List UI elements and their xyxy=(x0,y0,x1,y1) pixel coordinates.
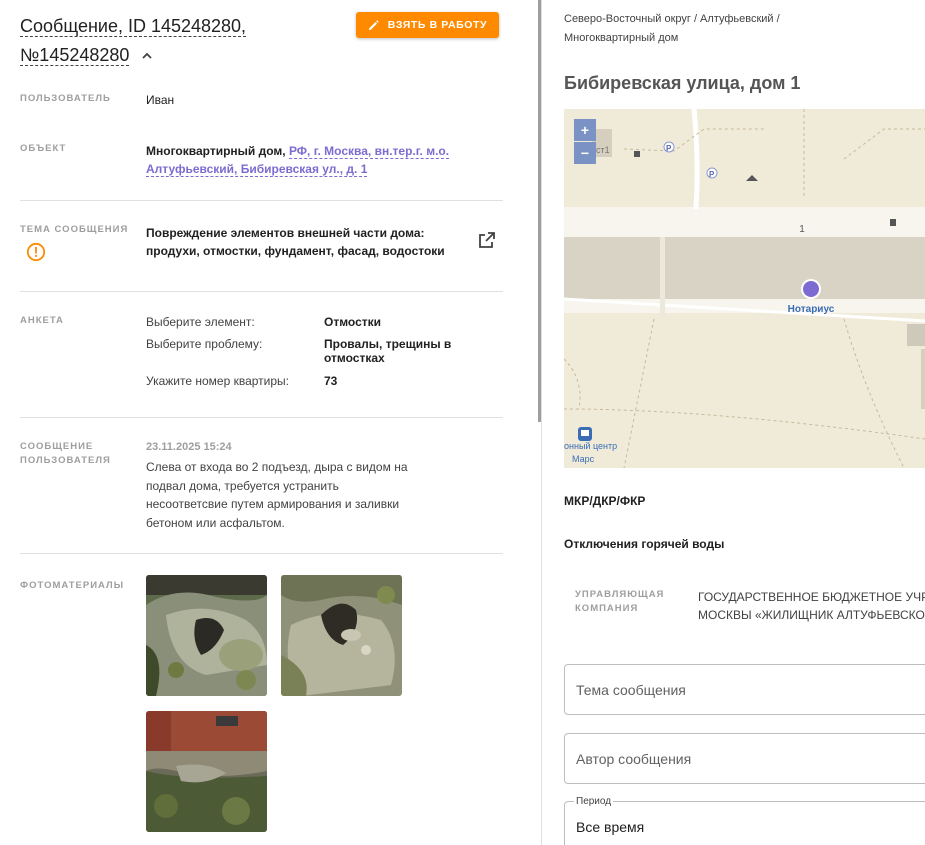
topic-filter-input[interactable]: Тема сообщения xyxy=(564,664,925,715)
management-company-line: МОСКВЫ «ЖИЛИЩНИК АЛТУФЬЕВСКО xyxy=(698,608,925,622)
hot-water-label[interactable]: Отключения горячей воды xyxy=(564,537,724,551)
object-label: ОБЪЕКТ xyxy=(20,143,67,154)
topic-label: ТЕМА СООБЩЕНИЯ xyxy=(20,224,129,235)
survey-key: Выберите проблему: xyxy=(146,337,263,351)
zoom-out-label[interactable]: − xyxy=(581,145,589,161)
poi-label: онный центр xyxy=(564,441,617,451)
map[interactable]: 1 ст1 P P Нотариус онный центр Марс + − xyxy=(564,109,925,468)
breadcrumb[interactable]: Северо-Восточный округ / Алтуфьевский / … xyxy=(564,10,814,48)
management-company-label-line: КОМПАНИЯ xyxy=(575,603,639,614)
user-message-label-line: СООБЩЕНИЕ xyxy=(20,441,94,452)
user-value: Иван xyxy=(146,93,175,107)
author-filter-input[interactable]: Автор сообщения xyxy=(564,733,925,784)
period-label: Период xyxy=(574,796,614,807)
object-info-panel: Северо-Восточный округ / Алтуфьевский / … xyxy=(542,0,925,845)
message-date: 23.11.2025 15:24 xyxy=(146,441,232,453)
message-title[interactable]: Сообщение, ID 145248280, №145248280 xyxy=(20,12,340,70)
chevron-up-icon[interactable] xyxy=(140,49,154,63)
management-company-label: УПРАВЛЯЮЩАЯ КОМПАНИЯ xyxy=(575,588,664,616)
address-title: Бибиревская улица, дом 1 xyxy=(564,73,801,93)
divider xyxy=(20,291,503,292)
survey-label: АНКЕТА xyxy=(20,315,64,326)
period-select[interactable]: Все время xyxy=(564,801,925,845)
management-company-line: ГОСУДАРСТВЕННОЕ БЮДЖЕТНОЕ УЧРЕ xyxy=(698,590,925,604)
message-details-panel: Сообщение, ID 145248280, №145248280 ВЗЯТ… xyxy=(0,0,538,845)
user-message-label-line: ПОЛЬЗОВАТЕЛЯ xyxy=(20,455,111,466)
zoom-in-label[interactable]: + xyxy=(581,122,589,138)
message-text: Слева от входа во 2 подъезд, дыра с видо… xyxy=(146,460,408,530)
poi-label: Марс xyxy=(572,454,595,464)
object-value: Многоквартирный дом, РФ, г. Москва, вн.т… xyxy=(146,142,466,178)
user-message-label: СООБЩЕНИЕ ПОЛЬЗОВАТЕЛЯ xyxy=(20,440,111,468)
warning-icon xyxy=(26,242,46,262)
map-marker[interactable] xyxy=(803,281,819,297)
topic-value: Повреждение элементов внешней части дома… xyxy=(146,226,445,258)
survey-value: Провалы, трещины в отмостках xyxy=(324,337,452,365)
management-company-value: ГОСУДАРСТВЕННОЕ БЮДЖЕТНОЕ УЧРЕ МОСКВЫ «Ж… xyxy=(698,588,925,624)
divider xyxy=(20,200,503,201)
survey-key: Выберите элемент: xyxy=(146,315,255,329)
period-value: Все время xyxy=(576,819,645,835)
object-type: Многоквартирный дом, xyxy=(146,144,286,158)
take-to-work-button[interactable]: ВЗЯТЬ В РАБОТУ xyxy=(356,12,499,38)
user-label: ПОЛЬЗОВАТЕЛЬ xyxy=(20,93,111,104)
pencil-icon xyxy=(368,20,379,30)
parking-label: P xyxy=(666,144,672,153)
topic-filter-placeholder: Тема сообщения xyxy=(576,682,686,698)
survey-value: Отмостки xyxy=(324,315,382,329)
survey-value: 73 xyxy=(324,374,338,388)
program-label: МКР/ДКР/ФКР xyxy=(564,494,646,508)
message-title-text[interactable]: Сообщение, ID 145248280, №145248280 xyxy=(20,16,247,66)
map-canvas[interactable]: 1 ст1 P P Нотариус онный центр Марс + − xyxy=(564,109,925,468)
photos-label: ФОТОМАТЕРИАЛЫ xyxy=(20,580,125,591)
photo-thumbnail[interactable] xyxy=(281,575,402,696)
building-number: 1 xyxy=(799,224,805,235)
parking-label: P xyxy=(709,170,715,179)
building-label: ст1 xyxy=(596,145,610,155)
management-company-label-line: УПРАВЛЯЮЩАЯ xyxy=(575,589,665,600)
map-marker-label[interactable]: Нотариус xyxy=(788,304,835,315)
photo-thumbnail[interactable] xyxy=(146,711,267,832)
survey-key: Укажите номер квартиры: xyxy=(146,374,290,388)
divider xyxy=(20,553,503,554)
divider xyxy=(20,417,503,418)
take-to-work-label: ВЗЯТЬ В РАБОТУ xyxy=(387,19,488,31)
author-filter-placeholder: Автор сообщения xyxy=(576,751,692,767)
open-in-new-icon[interactable] xyxy=(477,230,497,250)
photo-thumbnail[interactable] xyxy=(146,575,267,696)
